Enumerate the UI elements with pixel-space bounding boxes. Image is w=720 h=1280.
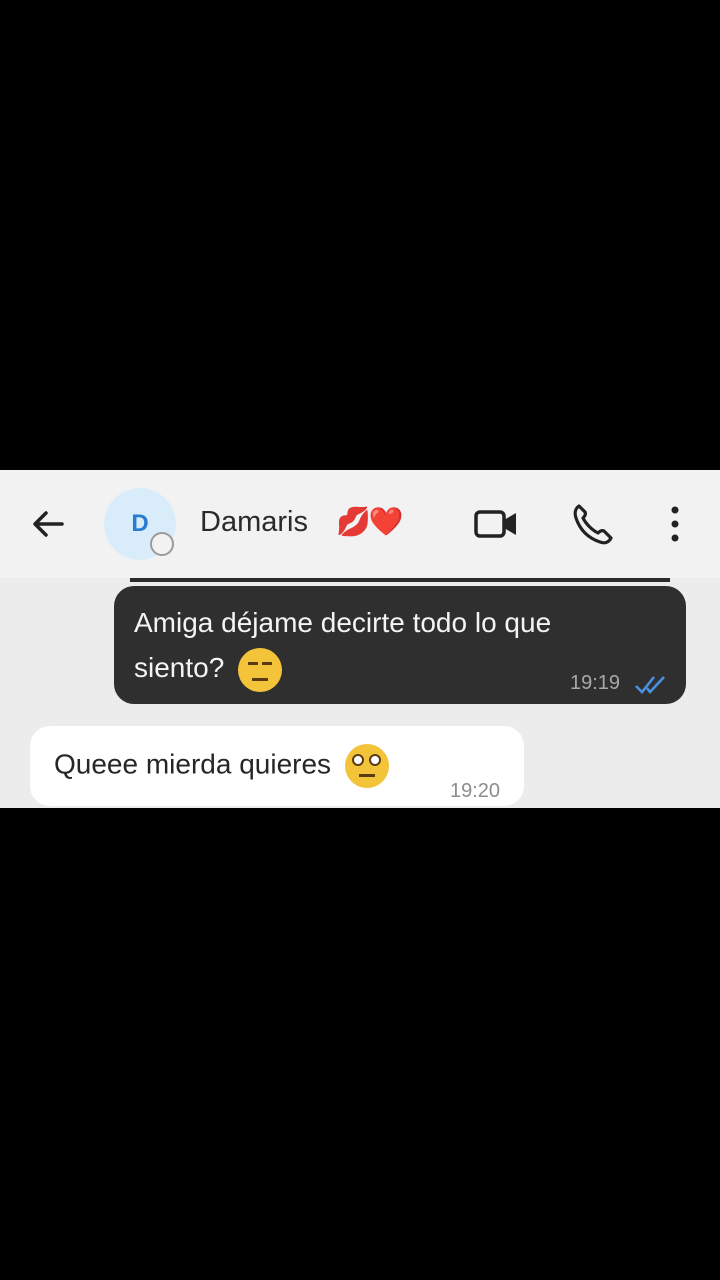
contact-name-emoji: 💋❤️ [336, 506, 404, 537]
message-body: Amiga déjame decirte todo lo que siento? [134, 607, 552, 683]
back-arrow-icon[interactable] [28, 504, 68, 544]
message-time: 19:19 [570, 672, 621, 694]
divider [130, 578, 670, 582]
message-text: Queee mierda quieres [54, 744, 389, 788]
message-time: 19:20 [450, 780, 501, 802]
more-vert-icon[interactable] [660, 500, 690, 548]
incoming-message[interactable]: Queee mierda quieres 19:20 [30, 726, 524, 806]
double-check-icon [635, 676, 665, 694]
chat-screen: D Damaris 💋❤️ Amiga déjame decirte todo … [0, 470, 720, 808]
phone-icon[interactable] [570, 500, 614, 548]
message-body: Queee mierda quieres [54, 748, 332, 780]
pensive-face-icon [238, 647, 283, 692]
message-list[interactable]: Amiga déjame decirte todo lo que siento?… [0, 578, 720, 808]
message-text: Amiga déjame decirte todo lo que siento? [134, 600, 634, 692]
video-camera-icon[interactable] [472, 502, 520, 546]
chat-header: D Damaris 💋❤️ [0, 470, 720, 578]
eye-roll-face-icon [344, 744, 389, 788]
contact-name[interactable]: Damaris [200, 500, 308, 544]
outgoing-message[interactable]: Amiga déjame decirte todo lo que siento?… [114, 586, 686, 704]
status-ring-icon [150, 532, 174, 556]
